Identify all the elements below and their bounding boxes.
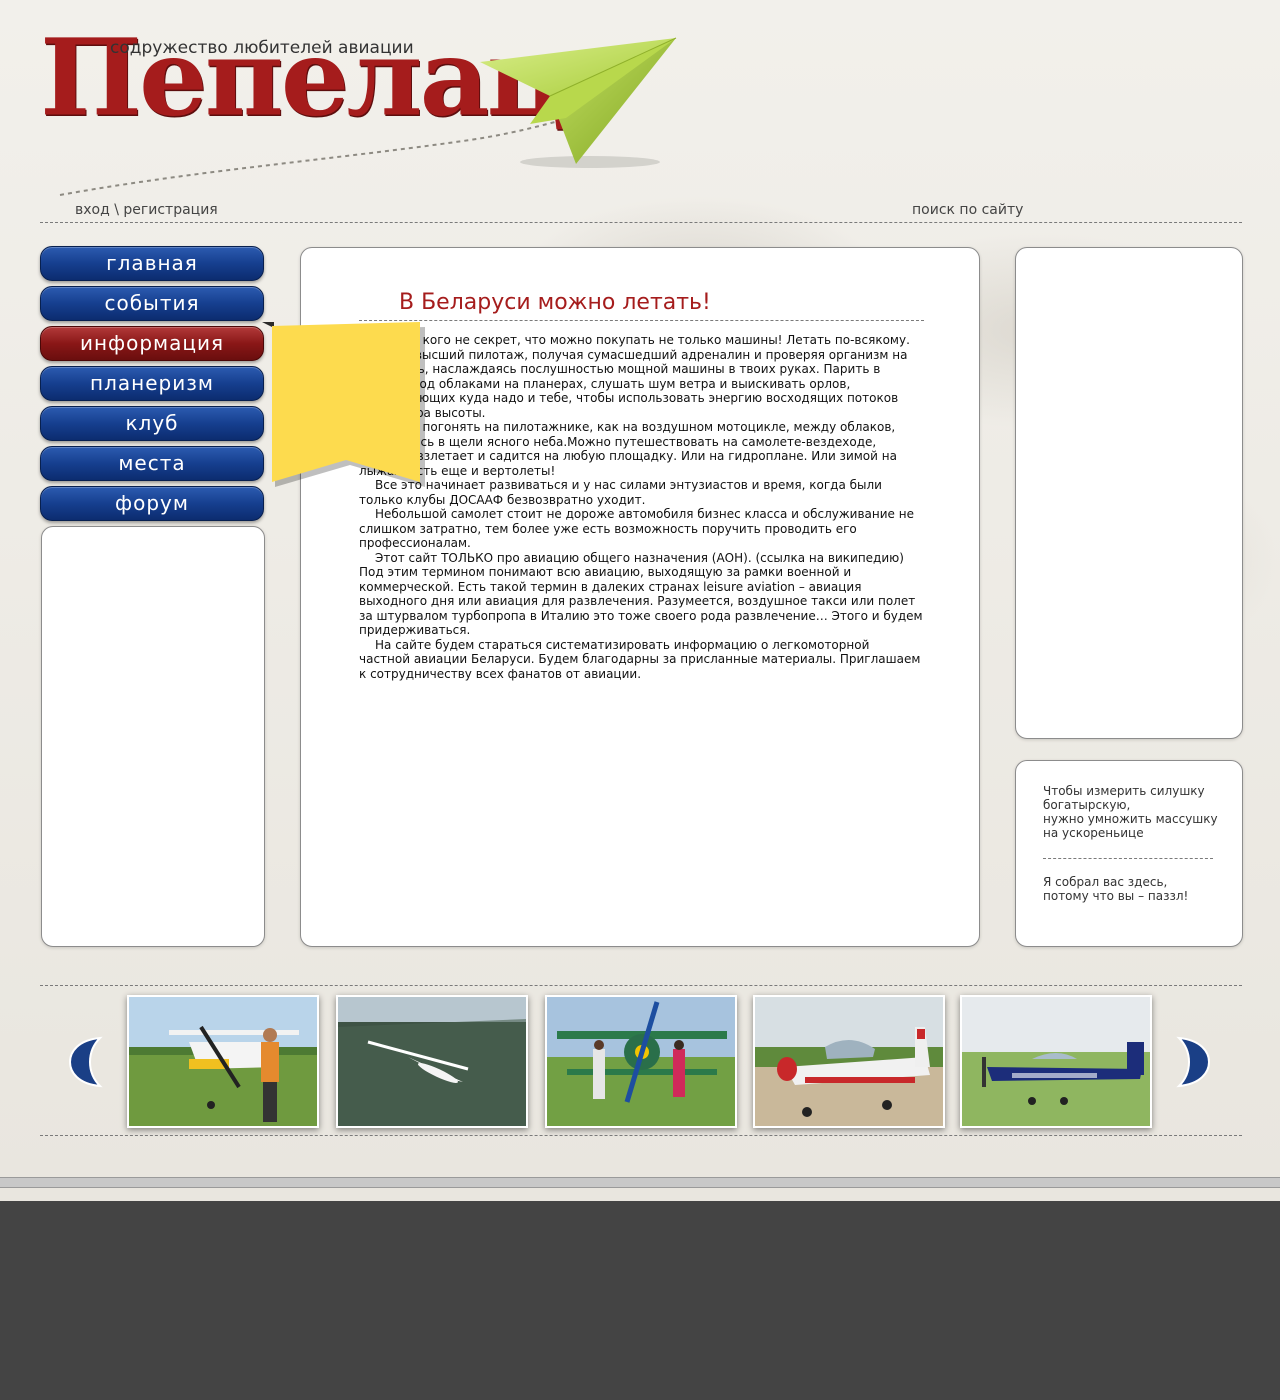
nav-item-places[interactable]: места	[40, 446, 264, 481]
article-body: Ни для кого не секрет, что можно покупат…	[359, 333, 924, 681]
nav-item-home[interactable]: главная	[40, 246, 264, 281]
chevron-right-icon[interactable]	[1175, 1036, 1211, 1088]
article-paragraph: Все это начинает развиваться и у нас сил…	[359, 478, 882, 507]
right-sidebar-panel	[1015, 247, 1243, 739]
photo-blue-aerobatic-plane[interactable]	[960, 995, 1152, 1128]
quote-divider	[1043, 858, 1213, 859]
logo-subtitle: содружество любителей авиации	[110, 38, 414, 58]
article-paragraph: Ни для кого не секрет, что можно покупат…	[359, 333, 910, 420]
footer	[0, 1201, 1280, 1400]
left-sidebar-panel	[41, 526, 265, 947]
article-paragraph: Этот сайт ТОЛЬКО про авиацию общего назн…	[359, 550, 923, 638]
main-navigation: главная события информация планеризм клу…	[40, 246, 264, 526]
login-register-link[interactable]: вход \ регистрация	[75, 202, 218, 218]
paper-plane-icon	[480, 37, 677, 168]
nav-item-gliding[interactable]: планеризм	[40, 366, 264, 401]
nav-item-forum[interactable]: форум	[40, 486, 264, 521]
article-paragraph: На сайте будем стараться систематизирова…	[359, 637, 921, 681]
photo-biplane-with-girls[interactable]	[545, 995, 737, 1128]
article-paragraph: Небольшой самолет стоит не дороже автомо…	[359, 507, 914, 550]
nav-item-events[interactable]: события	[40, 286, 264, 321]
article-paragraph: Можно погонять на пилотажнике, как на во…	[359, 420, 897, 478]
nav-item-information[interactable]: информация	[40, 326, 264, 361]
header-divider	[40, 222, 1242, 223]
quote-text: Чтобы измерить силушку богатырскую, нужн…	[1043, 784, 1218, 840]
photo-red-white-trainer[interactable]	[753, 995, 945, 1128]
yellow-ribbon-flag	[262, 322, 425, 487]
photo-cessna-with-pilot[interactable]	[127, 995, 319, 1128]
footer-strip	[0, 1177, 1280, 1188]
quote-text: Я собрал вас здесь, потому что вы – пазз…	[1043, 875, 1189, 903]
gallery-bottom-divider	[40, 1135, 1242, 1136]
nav-item-club[interactable]: клуб	[40, 406, 264, 441]
gallery-top-divider	[40, 985, 1242, 986]
article-title: В Беларуси можно летать!	[399, 290, 711, 315]
chevron-left-icon[interactable]	[68, 1036, 104, 1088]
title-divider	[359, 320, 924, 321]
site-search-link[interactable]: поиск по сайту	[912, 202, 1023, 218]
photo-glider-over-forest[interactable]	[336, 995, 528, 1128]
